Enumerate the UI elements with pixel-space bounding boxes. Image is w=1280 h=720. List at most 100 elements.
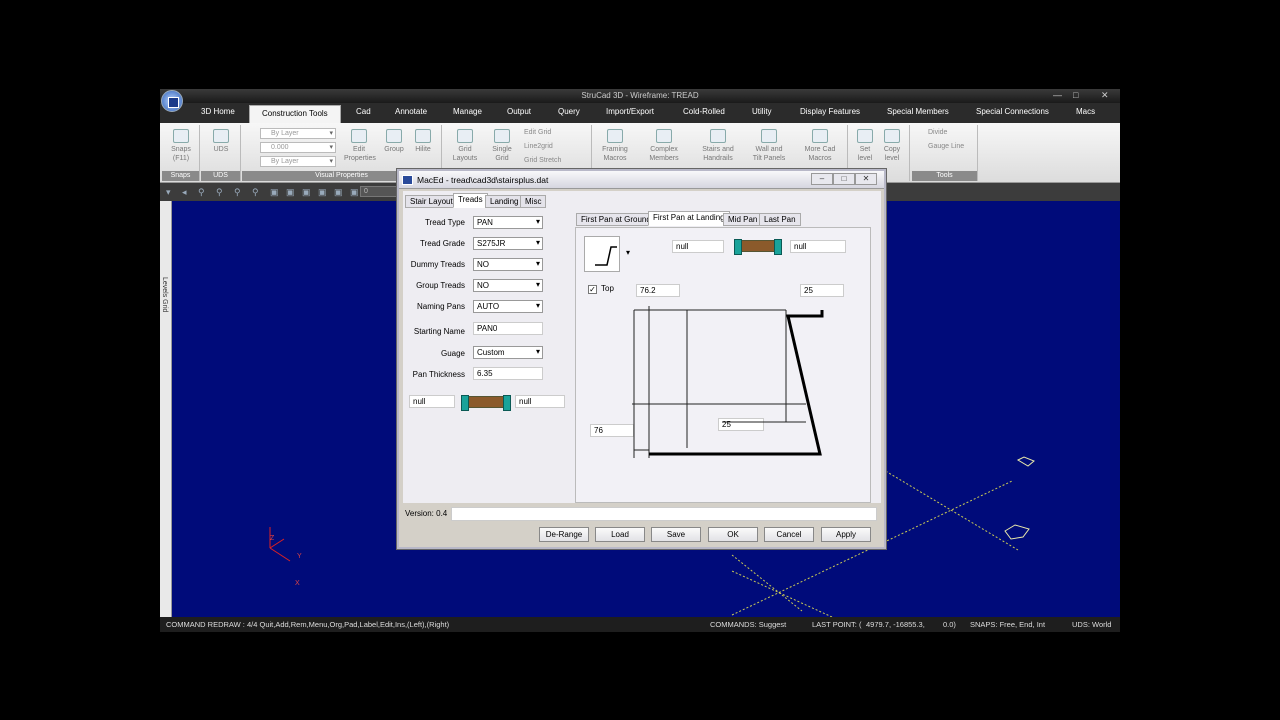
more-cad-macros-button[interactable]: More Cad Macros [798,129,842,163]
edit-grid-button[interactable]: Edit Grid [524,129,551,136]
dialog-maximize-button[interactable]: □ [833,173,855,185]
levels-grid-panel[interactable]: Levels Grid [160,201,172,617]
tread-type-select[interactable]: PAN [473,216,543,229]
complex-members-button[interactable]: Complex Members [644,129,684,163]
group-button[interactable]: Group [382,129,406,154]
tab-cold-rolled[interactable]: Cold-Rolled [683,107,725,116]
tab-utility[interactable]: Utility [752,107,772,116]
thickness-combo[interactable]: 0.000 [260,142,336,153]
tab-first-pan-landing[interactable]: First Pan at Landing [648,211,730,226]
top-checkbox[interactable]: ✓ [588,285,597,294]
dialog-minimize-button[interactable]: – [811,173,833,185]
tab-landing[interactable]: Landing [485,195,524,208]
ok-button[interactable]: OK [708,527,758,542]
dialog-close-button[interactable]: ✕ [855,173,877,185]
dummy-treads-select[interactable]: NO [473,258,543,271]
cancel-button[interactable]: Cancel [764,527,814,542]
right-null-input[interactable]: null [515,395,565,408]
set-level-button[interactable]: Set level [854,129,876,163]
hilite-button[interactable]: Hilite [410,129,436,154]
grid-layouts-button[interactable]: Grid Layouts [450,129,480,163]
color-combo[interactable]: By Layer [260,128,336,139]
panel-right-null-input[interactable]: null [790,240,846,253]
view-field[interactable]: 0 [360,186,400,197]
tab-macs[interactable]: Macs [1076,107,1095,116]
uds-button[interactable]: UDS [209,129,233,154]
gauge-line-button[interactable]: Gauge Line [928,143,964,150]
tab-stair-layout[interactable]: Stair Layout [405,195,458,208]
status-commands[interactable]: COMMANDS: Suggest [710,620,786,629]
panel-left-null-input[interactable]: null [672,240,724,253]
tab-first-pan-ground[interactable]: First Pan at Ground [576,213,656,226]
pan-thickness-input[interactable]: 6.35 [473,367,543,380]
status-command: COMMAND REDRAW : 4/4 Quit,Add,Rem,Menu,O… [166,620,450,629]
zoom-out-icon[interactable]: ◂ [182,187,192,197]
zoom-in-icon[interactable]: ▾ [166,187,176,197]
status-uds[interactable]: UDS: World [1072,620,1111,629]
uds-icon [213,129,229,143]
load-button[interactable]: Load [595,527,645,542]
wall-tilt-panels-button[interactable]: Wall and Tilt Panels [748,129,790,163]
grid-stretch-button[interactable]: Grid Stretch [524,157,561,164]
render-icon[interactable]: ▣ [350,187,360,197]
tab-display-features[interactable]: Display Features [800,107,860,116]
tread-grade-select[interactable]: S275JR [473,237,543,250]
tab-construction-tools[interactable]: Construction Tools [249,105,341,123]
tab-treads[interactable]: Treads [453,193,488,208]
view-front-icon[interactable]: ▣ [270,187,280,197]
group-treads-select[interactable]: NO [473,279,543,292]
tab-3d-home[interactable]: 3D Home [201,107,235,116]
framing-macros-button[interactable]: Framing Macros [598,129,632,163]
zoom-prev-icon[interactable]: ⚲ [234,187,244,197]
close-button[interactable]: ✕ [1101,90,1109,101]
copy-level-button[interactable]: Copy level [880,129,904,163]
tab-annotate[interactable]: Annotate [395,107,427,116]
single-grid-button[interactable]: Single Grid [488,129,516,163]
naming-pans-select[interactable]: AUTO [473,300,543,313]
edit-properties-button[interactable]: Edit Properties [344,129,376,163]
tab-special-connections[interactable]: Special Connections [976,107,1049,116]
single-grid-label-1: Single [492,146,512,153]
left-null-input[interactable]: null [409,395,455,408]
tab-misc[interactable]: Misc [520,195,547,208]
dialog-button-row: De-Range Load Save OK Cancel Apply [539,527,879,543]
status-snaps[interactable]: SNAPS: Free, End, Int [970,620,1045,629]
linetype-combo[interactable]: By Layer [260,156,336,167]
zoom-all-icon[interactable]: ⚲ [216,187,226,197]
stairs-handrails-button[interactable]: Stairs and Handrails [696,129,740,163]
tab-query[interactable]: Query [558,107,580,116]
pan-shape-dropdown-icon[interactable]: ▾ [626,248,630,257]
view-top-icon[interactable]: ▣ [318,187,328,197]
pan-icon[interactable]: ⚲ [252,187,262,197]
zoom-window-icon[interactable]: ⚲ [198,187,208,197]
dim-top-left-input[interactable]: 76.2 [636,284,680,297]
tab-import-export[interactable]: Import/Export [606,107,654,116]
snaps-button[interactable]: Snaps (F11) [170,129,192,163]
group-uds: UDS UDS [201,125,241,181]
tab-mid-pan[interactable]: Mid Pan [723,213,763,226]
line2grid-button[interactable]: Line2grid [524,143,553,150]
pan-shape-picker[interactable] [584,236,620,272]
tab-manage[interactable]: Manage [453,107,482,116]
tab-last-pan[interactable]: Last Pan [759,213,801,226]
tab-output[interactable]: Output [507,107,531,116]
tab-special-members[interactable]: Special Members [887,107,949,116]
redraw-icon[interactable]: ▣ [334,187,344,197]
dim-top-right-input[interactable]: 25 [800,284,844,297]
minimize-button[interactable]: — [1053,90,1062,100]
gauge-select[interactable]: Custom [473,346,543,359]
divide-button[interactable]: Divide [928,129,947,136]
pan-shape-icon [595,246,617,266]
stairs-label-2: Handrails [703,155,733,162]
group-label-uds: UDS [201,171,240,181]
starting-name-input[interactable]: PAN0 [473,322,543,335]
apply-button[interactable]: Apply [821,527,871,542]
maximize-button[interactable]: □ [1073,90,1078,100]
wall-label-1: Wall and [755,146,783,153]
view-side-icon[interactable]: ▣ [302,187,312,197]
tab-cad[interactable]: Cad [356,107,371,116]
save-button[interactable]: Save [651,527,701,542]
view-iso-icon[interactable]: ▣ [286,187,296,197]
de-range-button[interactable]: De-Range [539,527,589,542]
app-menu-button[interactable] [161,90,183,112]
